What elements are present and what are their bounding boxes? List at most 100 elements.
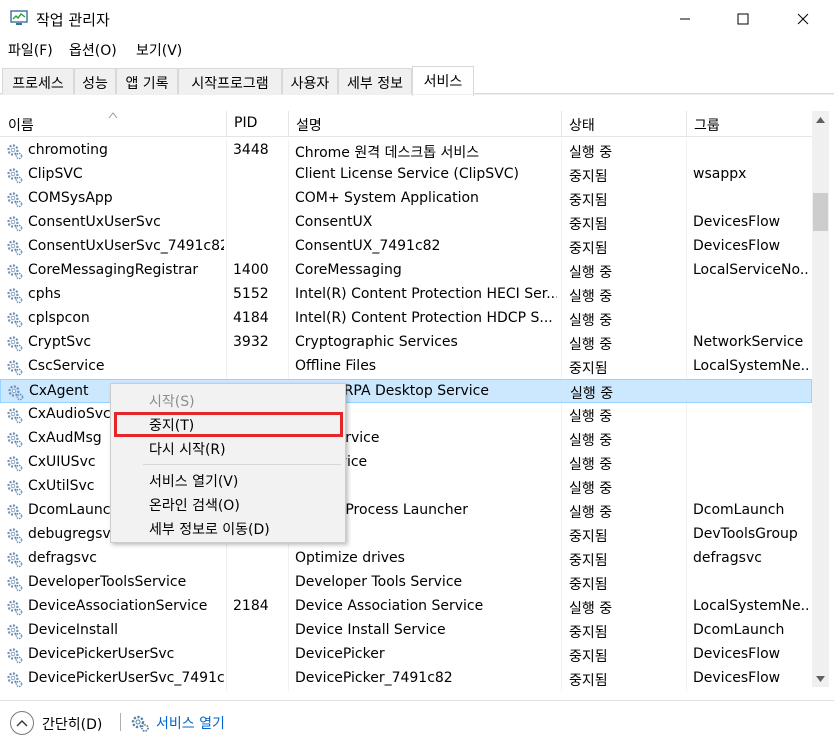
service-row[interactable]: COMSysApp COM+ System Application 중지됨 (0, 187, 812, 211)
service-row[interactable]: DeviceAssociationService 2184 Device Assoc… (0, 595, 812, 619)
service-name: cphs (28, 286, 61, 302)
service-gear-icon (6, 239, 23, 256)
maximize-button[interactable] (720, 0, 766, 38)
context-separator (143, 464, 341, 465)
service-name: cplspcon (28, 310, 90, 326)
service-row[interactable]: ConsentUxUserSvc_7491c82 ConsentUX_7491c8… (0, 235, 812, 259)
service-row[interactable]: DevicePickerUserSvc DevicePicker 중지됨 Device… (0, 643, 812, 667)
service-row[interactable]: cplspcon 4184 Intel(R) Content Protection … (0, 307, 812, 331)
service-gear-icon (6, 623, 23, 640)
menu-options[interactable]: 옵션(O) (69, 40, 117, 60)
service-status: 실행 중 (569, 457, 613, 473)
service-status: 실행 중 (569, 145, 613, 161)
fewer-details-button[interactable] (10, 711, 34, 735)
service-gear-icon (6, 551, 23, 568)
service-gear-icon (6, 407, 23, 424)
service-pid: 3448 (233, 142, 269, 158)
service-pid: 1400 (233, 262, 269, 278)
minimize-icon (680, 18, 690, 20)
service-pid: 4184 (233, 310, 269, 326)
column-divider[interactable] (686, 111, 687, 137)
service-description: Device Association Service (295, 598, 484, 614)
service-status: 중지됨 (569, 553, 608, 569)
service-row[interactable]: defragsvc Optimize drives 중지됨 defragsvc (0, 547, 812, 571)
service-description: DevicePicker_7491c82 (295, 670, 453, 686)
service-row[interactable]: DeveloperToolsService Developer Tools Ser… (0, 571, 812, 595)
service-group: defragsvc (693, 550, 762, 566)
tab-processes[interactable]: 프로세스 (2, 68, 74, 94)
service-status: 중지됨 (569, 625, 608, 641)
minimize-button[interactable] (662, 0, 708, 38)
menu-file[interactable]: 파일(F) (8, 40, 53, 60)
service-gear-icon (6, 455, 23, 472)
maximize-icon (737, 13, 749, 25)
service-description: DevicePicker (295, 646, 385, 662)
tab-performance[interactable]: 성능 (74, 68, 116, 94)
service-status: 중지됨 (569, 673, 608, 689)
context-start[interactable]: 시작(S) (113, 388, 343, 412)
service-description: Intel(R) Content Protection HECI Ser... (295, 286, 557, 302)
column-divider[interactable] (226, 111, 227, 137)
scroll-thumb[interactable] (813, 193, 828, 231)
service-row[interactable]: DeviceInstall Device Install Service 중지됨 Dc… (0, 619, 812, 643)
service-row[interactable]: CryptSvc 3932 Cryptographic Services 실행 중 Ne… (0, 331, 812, 355)
service-description: Optimize drives (295, 550, 405, 566)
menu-view[interactable]: 보기(V) (136, 40, 182, 60)
title-bar: 작업 관리자 (0, 0, 834, 38)
tab-app-history[interactable]: 앱 기록 (116, 68, 178, 94)
header-group[interactable]: 그룹 (694, 115, 720, 135)
open-services-link[interactable]: 서비스 열기 (156, 713, 225, 733)
service-description: CoreMessaging (295, 262, 402, 278)
scroll-up-button[interactable] (812, 111, 829, 128)
tab-details[interactable]: 세부 정보 (338, 68, 412, 94)
footer: 간단히(D) 서비스 열기 (0, 700, 834, 754)
service-name: ClipSVC (28, 166, 83, 182)
vertical-scrollbar[interactable] (812, 111, 829, 687)
context-go-to-details[interactable]: 세부 정보로 이동(D) (113, 516, 343, 540)
service-row[interactable]: cphs 5152 Intel(R) Content Protection HECI… (0, 283, 812, 307)
service-description: Developer Tools Service (295, 574, 463, 590)
service-gear-icon (6, 191, 23, 208)
service-status: 실행 중 (569, 601, 613, 617)
service-status: 중지됨 (569, 361, 608, 377)
service-row[interactable]: DevicePickerUserSvc_7491c... DevicePicker… (0, 667, 812, 691)
fewer-details-label[interactable]: 간단히(D) (42, 714, 102, 734)
service-gear-icon (6, 503, 23, 520)
service-gear-icon (6, 263, 23, 280)
service-name: DevicePickerUserSvc (28, 646, 175, 662)
service-status: 중지됨 (569, 241, 608, 257)
context-search-online[interactable]: 온라인 검색(O) (113, 492, 343, 516)
service-gear-icon (6, 671, 23, 688)
service-gear-icon (6, 431, 23, 448)
context-open-services[interactable]: 서비스 열기(V) (113, 468, 343, 492)
services-gear-icon[interactable] (130, 713, 150, 733)
service-description: Cryptographic Services (295, 334, 458, 350)
column-divider[interactable] (561, 111, 562, 137)
service-group: DevToolsGroup (693, 526, 798, 542)
service-gear-icon (6, 311, 23, 328)
service-status: 실행 중 (569, 337, 613, 353)
header-status[interactable]: 상태 (569, 115, 595, 135)
close-button[interactable] (780, 0, 826, 38)
service-row[interactable]: CscService Offline Files 중지됨 LocalSystemNe.… (0, 355, 812, 379)
menu-bar: 파일(F) 옵션(O) 보기(V) (0, 38, 834, 62)
service-group: wsappx (693, 166, 747, 182)
service-group: DevicesFlow (693, 670, 781, 686)
service-row[interactable]: CoreMessagingRegistrar 1400 CoreMessaging 실… (0, 259, 812, 283)
context-restart[interactable]: 다시 시작(R) (113, 436, 343, 460)
header-pid[interactable]: PID (234, 115, 257, 131)
service-name: ConsentUxUserSvc_7491c82 (28, 238, 224, 254)
service-row[interactable]: ClipSVC Client License Service (ClipSVC) 중… (0, 163, 812, 187)
service-group: LocalSystemNe... (693, 358, 810, 374)
service-name: DeviceInstall (28, 622, 119, 638)
service-row[interactable]: chromoting 3448 Chrome 원격 데스크톱 서비스 실행 중 (0, 139, 812, 163)
header-name[interactable]: 이름 (8, 115, 34, 135)
header-description[interactable]: 설명 (296, 115, 322, 135)
service-row[interactable]: ConsentUxUserSvc ConsentUX 중지됨 DevicesFlow (0, 211, 812, 235)
tab-services[interactable]: 서비스 (412, 66, 474, 96)
tab-users[interactable]: 사용자 (282, 68, 338, 94)
column-divider[interactable] (288, 111, 289, 137)
service-description: Offline Files (295, 358, 377, 374)
scroll-down-button[interactable] (812, 670, 829, 687)
tab-startup[interactable]: 시작프로그램 (178, 68, 282, 94)
